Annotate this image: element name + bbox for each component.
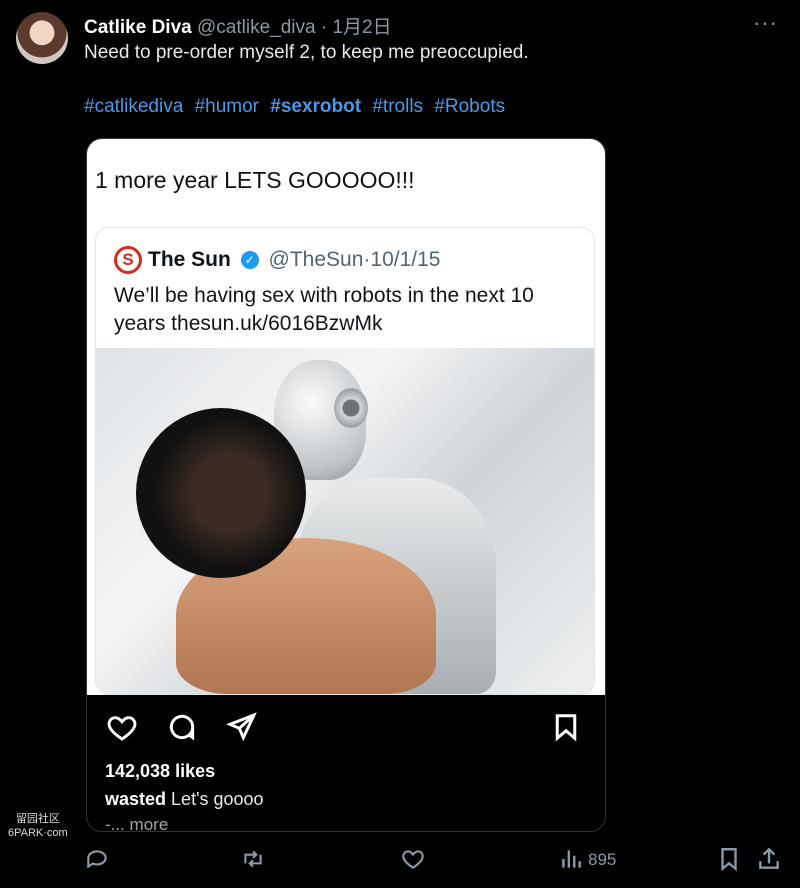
- post-header: Catlike Diva @catlike_diva · 1月2日: [84, 12, 392, 39]
- hashtag-link[interactable]: #trolls: [372, 96, 423, 117]
- card-caption-line: wasted Let's goooo: [105, 789, 264, 810]
- card-action-row: [105, 711, 585, 747]
- post-date[interactable]: 1月2日: [332, 17, 391, 38]
- author-name[interactable]: Catlike Diva: [84, 17, 192, 38]
- like-icon[interactable]: [400, 846, 426, 872]
- more-options-icon[interactable]: ···: [753, 10, 778, 36]
- hashtag-link[interactable]: #humor: [195, 96, 259, 117]
- repost-icon[interactable]: [240, 846, 266, 872]
- the-sun-logo-icon: S: [114, 246, 142, 274]
- quoted-photo: [96, 348, 594, 694]
- quoted-date: 10/1/15: [370, 248, 441, 271]
- quoted-handle: @TheSun: [268, 248, 364, 271]
- verified-badge-icon: ✓: [240, 251, 259, 269]
- reply-icon[interactable]: [84, 846, 110, 872]
- bookmark-icon[interactable]: [716, 846, 742, 872]
- comment-bubble-icon[interactable]: [165, 711, 199, 743]
- hashtag-list: #catlikediva #humor #sexrobot #trolls #R…: [84, 96, 511, 118]
- views-count: 895: [588, 850, 617, 869]
- likes-count: 142,038 likes: [105, 761, 216, 781]
- more-link[interactable]: -... more: [105, 815, 168, 831]
- caption-username[interactable]: wasted: [105, 789, 166, 809]
- hashtag-link[interactable]: #catlikediva: [84, 96, 183, 117]
- watermark-line2: 6PARK·com: [8, 827, 68, 839]
- quoted-tweet: S The Sun ✓ @TheSun·10/1/15 We’ll be hav…: [95, 227, 595, 695]
- share-icon[interactable]: [756, 846, 782, 872]
- watermark: 留园社区 6PARK·com: [8, 812, 68, 840]
- watermark-line1: 留园社区: [15, 813, 60, 825]
- avatar[interactable]: [16, 12, 68, 64]
- post-text: Need to pre-order myself 2, to keep me p…: [84, 42, 529, 63]
- hashtag-link[interactable]: #Robots: [434, 96, 505, 117]
- post-action-bar: 895: [84, 846, 784, 876]
- card-white-area: 1 more year LETS GOOOOO!!! S The Sun ✓ @…: [87, 139, 605, 695]
- hashtag-link[interactable]: #sexrobot: [270, 96, 361, 117]
- caption-text: Let's goooo: [171, 789, 264, 809]
- bookmark-icon[interactable]: [551, 711, 581, 743]
- quoted-text: We’ll be having sex with robots in the n…: [114, 284, 534, 335]
- author-handle[interactable]: @catlike_diva: [197, 17, 316, 38]
- quoted-header: The Sun ✓ @TheSun·10/1/15: [148, 248, 440, 272]
- woman-hair: [136, 408, 306, 578]
- heart-icon[interactable]: [105, 711, 139, 743]
- quoted-name: The Sun: [148, 248, 231, 271]
- card-caption: 1 more year LETS GOOOOO!!!: [95, 167, 415, 193]
- views-chart-icon[interactable]: [558, 846, 584, 872]
- embedded-image-card[interactable]: 1 more year LETS GOOOOO!!! S The Sun ✓ @…: [86, 138, 606, 832]
- robot-ear: [334, 388, 368, 428]
- share-send-icon[interactable]: [225, 711, 259, 743]
- dot-separator: ·: [320, 17, 328, 38]
